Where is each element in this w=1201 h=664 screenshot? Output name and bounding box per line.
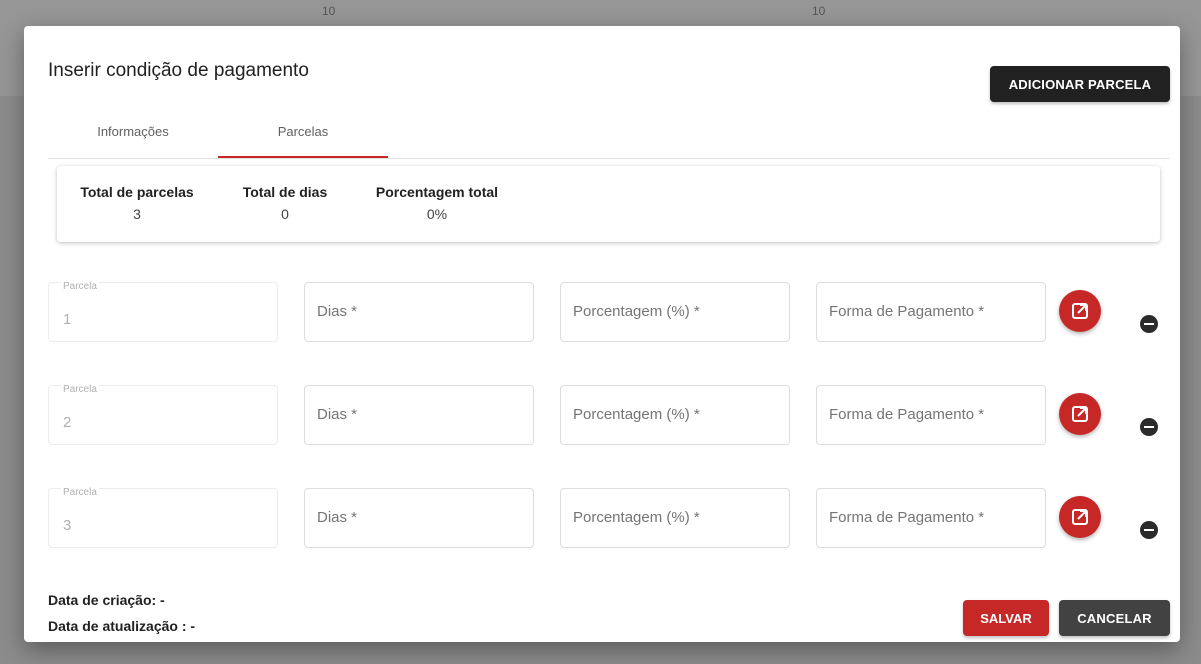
cancel-button[interactable]: CANCELAR [1059,600,1170,636]
payment-method-input[interactable]: Forma de Pagamento * [816,282,1046,342]
field-label: Parcela [61,487,99,498]
summary-value: 0% [426,206,448,222]
field-value: 2 [63,414,72,431]
installment-row: Parcela 1 Dias * Porcentagem (%) * Forma… [48,281,1170,346]
summary-label: Total de dias [242,184,328,200]
days-input[interactable]: Dias * [304,488,534,548]
open-payment-method-button[interactable] [1059,290,1101,332]
placeholder: Porcentagem (%) * [573,406,700,423]
field-value: 1 [63,311,72,328]
save-button[interactable]: SALVAR [963,600,1049,636]
field-value: 3 [63,517,72,534]
placeholder: Dias * [317,406,358,423]
percentage-input[interactable]: Porcentagem (%) * [560,488,790,548]
summary-total-days: Total de dias 0 [235,184,335,222]
payment-condition-dialog: Inserir condição de pagamento ADICIONAR … [24,26,1180,642]
placeholder: Porcentagem (%) * [573,303,700,320]
tab-informacoes[interactable]: Informações [48,116,218,158]
payment-method-input[interactable]: Forma de Pagamento * [816,488,1046,548]
percentage-input[interactable]: Porcentagem (%) * [560,385,790,445]
placeholder: Dias * [317,303,358,320]
minus-circle-icon[interactable] [1140,521,1158,539]
summary-total-percentage: Porcentagem total 0% [365,184,509,222]
installment-number-field: Parcela 1 [48,281,278,342]
summary-value: 0 [281,206,289,222]
minus-circle-icon[interactable] [1140,315,1158,333]
percentage-input[interactable]: Porcentagem (%) * [560,282,790,342]
tab-parcelas[interactable]: Parcelas [218,116,388,158]
summary-card: Total de parcelas 3 Total de dias 0 Porc… [57,166,1160,242]
placeholder: Porcentagem (%) * [573,509,700,526]
tab-bar: Informações Parcelas [48,116,1170,159]
created-date: Data de criação: - [48,592,165,608]
open-payment-method-button[interactable] [1059,393,1101,435]
summary-label: Total de parcelas [80,184,194,200]
placeholder: Forma de Pagamento * [829,406,985,423]
dialog-title: Inserir condição de pagamento [48,60,309,81]
summary-label: Porcentagem total [375,184,499,200]
placeholder: Dias * [317,509,358,526]
open-in-new-icon [1072,509,1088,525]
field-label: Parcela [61,281,99,292]
payment-method-input[interactable]: Forma de Pagamento * [816,385,1046,445]
add-installment-button[interactable]: ADICIONAR PARCELA [990,66,1170,102]
open-in-new-icon [1072,406,1088,422]
open-payment-method-button[interactable] [1059,496,1101,538]
days-input[interactable]: Dias * [304,282,534,342]
installment-number-field: Parcela 3 [48,487,278,548]
background-column-value: 10 [322,4,336,18]
placeholder: Forma de Pagamento * [829,303,985,320]
summary-total-installments: Total de parcelas 3 [73,184,201,222]
updated-date: Data de atualização : - [48,618,196,634]
installment-row: Parcela 2 Dias * Porcentagem (%) * Forma… [48,384,1170,449]
installment-row: Parcela 3 Dias * Porcentagem (%) * Forma… [48,487,1170,552]
days-input[interactable]: Dias * [304,385,534,445]
summary-value: 3 [133,206,141,222]
field-label: Parcela [61,384,99,395]
open-in-new-icon [1072,303,1088,319]
minus-circle-icon[interactable] [1140,418,1158,436]
installment-number-field: Parcela 2 [48,384,278,445]
placeholder: Forma de Pagamento * [829,509,985,526]
background-column-value: 10 [812,4,826,18]
